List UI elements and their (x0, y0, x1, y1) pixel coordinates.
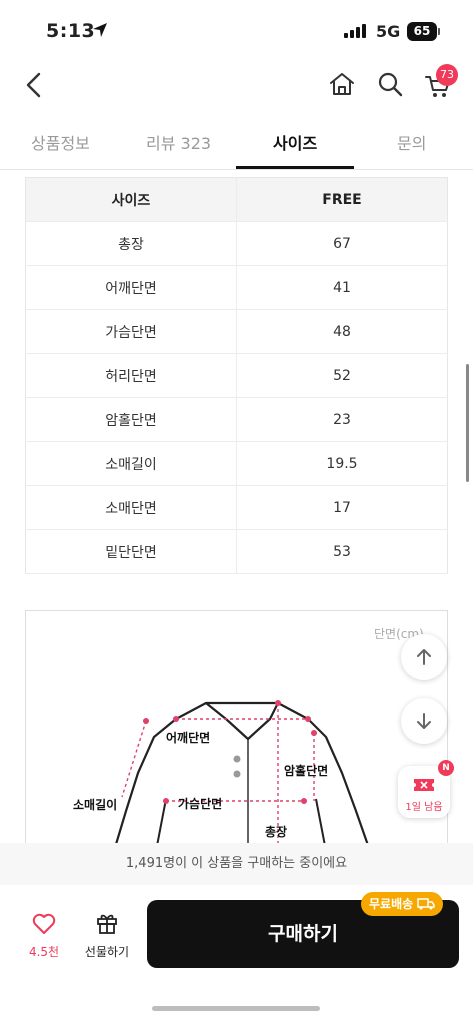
shirt-illustration (113, 700, 371, 850)
row-value: 48 (236, 309, 448, 354)
row-value: 41 (236, 265, 448, 310)
row-label: 소매단면 (25, 485, 237, 530)
purchasing-notice: 1,491명이 이 상품을 구매하는 중이에요 (0, 843, 473, 885)
label-shoulder: 어깨단면 (166, 731, 211, 745)
table-row: 소매길이 19.5 (25, 441, 448, 486)
table-header-row: 사이즈 FREE (25, 177, 448, 222)
bottom-action-bar: 4.5천 선물하기 구매하기 무료배송 (0, 885, 473, 1024)
location-arrow-icon (93, 23, 107, 37)
product-tabs: 상품정보 리뷰 323 사이즈 문의 (0, 118, 473, 170)
arrow-up-icon (417, 649, 431, 665)
row-label: 소매길이 (25, 441, 237, 486)
row-label: 어깨단면 (25, 265, 237, 310)
top-nav: 73 (0, 62, 473, 110)
table-row: 어깨단면 41 (25, 265, 448, 310)
table-row: 암홀단면 23 (25, 397, 448, 442)
like-count: 4.5천 (28, 945, 60, 959)
battery-tip (438, 28, 440, 35)
cart-count-badge: 73 (436, 64, 458, 86)
row-label: 밑단단면 (25, 529, 237, 574)
tab-size[interactable]: 사이즈 (273, 130, 317, 154)
label-sleeve-length: 소매길이 (73, 798, 118, 812)
battery-icon: 65 (407, 22, 437, 41)
tab-inquiry[interactable]: 문의 (397, 130, 426, 154)
free-shipping-badge: 무료배송 (361, 892, 444, 916)
coupon-ticket-icon (414, 779, 434, 791)
scroll-down-button[interactable] (401, 698, 447, 744)
gift-label: 선물하기 (84, 945, 130, 959)
row-label: 총장 (25, 221, 237, 266)
row-label: 가슴단면 (25, 309, 237, 354)
table-row: 소매단면 17 (25, 485, 448, 530)
row-label: 암홀단면 (25, 397, 237, 442)
table-header-size: 사이즈 (25, 177, 237, 222)
label-length: 총장 (265, 825, 288, 839)
row-value: 52 (236, 353, 448, 398)
signal-icon (344, 24, 366, 38)
network-type: 5G (376, 22, 401, 41)
size-diagram: 단면(cm) 어깨단면 암홀단면 소매길이 가슴단면 총장 (25, 610, 448, 850)
gift-button[interactable]: 선물하기 (78, 911, 136, 960)
label-chest: 가슴단면 (178, 797, 223, 811)
coupon-remaining-text: 1일 남음 (405, 802, 443, 813)
label-armhole: 암홀단면 (284, 764, 329, 778)
coupon-new-badge: N (438, 760, 454, 776)
truck-icon (417, 898, 435, 910)
status-time: 5:13 (46, 20, 96, 42)
home-indicator (152, 1006, 320, 1011)
table-row: 밑단단면 53 (25, 529, 448, 574)
row-value: 19.5 (236, 441, 448, 486)
row-value: 67 (236, 221, 448, 266)
home-icon[interactable] (328, 70, 356, 98)
heart-icon (32, 913, 56, 934)
size-table: 사이즈 FREE 총장 67 어깨단면 41 가슴단면 48 허리단면 52 암홀단면 2… (25, 177, 448, 574)
coupon-button[interactable]: N 1일 남음 (398, 760, 454, 818)
search-icon[interactable] (376, 70, 404, 98)
free-shipping-label: 무료배송 (369, 897, 414, 911)
arrow-down-icon (417, 713, 431, 729)
gift-icon (97, 914, 117, 934)
page-scrollbar[interactable] (466, 364, 469, 482)
like-button[interactable]: 4.5천 (24, 913, 64, 960)
table-row: 총장 67 (25, 221, 448, 266)
table-row: 가슴단면 48 (25, 309, 448, 354)
table-header-free: FREE (236, 177, 448, 222)
table-row: 허리단면 52 (25, 353, 448, 398)
scroll-up-button[interactable] (401, 634, 447, 680)
back-arrow-icon[interactable] (20, 70, 50, 100)
active-tab-indicator (236, 166, 354, 169)
status-bar: 5:13 5G 65 (0, 0, 473, 62)
tab-product-info[interactable]: 상품정보 (31, 130, 90, 154)
row-value: 17 (236, 485, 448, 530)
row-value: 53 (236, 529, 448, 574)
row-label: 허리단면 (25, 353, 237, 398)
row-value: 23 (236, 397, 448, 442)
tab-reviews[interactable]: 리뷰 323 (146, 130, 211, 154)
